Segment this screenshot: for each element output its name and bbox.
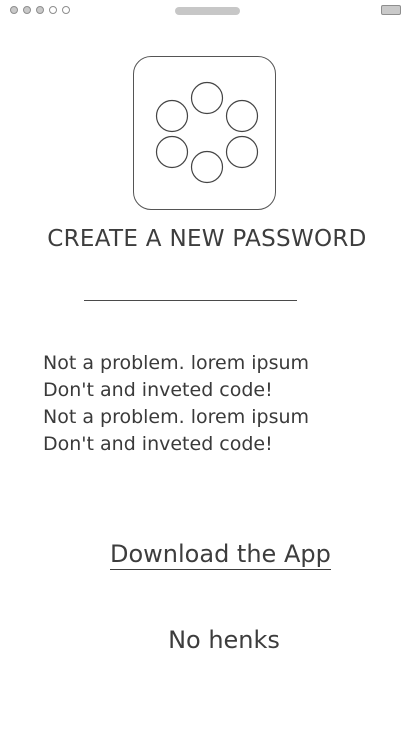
signal-dot <box>23 6 31 14</box>
battery-icon <box>381 5 401 15</box>
dots-ring-icon <box>155 81 259 184</box>
signal-indicator <box>10 6 70 14</box>
signal-dot <box>62 6 70 14</box>
description-line: Don't and inveted code! <box>43 379 273 401</box>
page-title: CREATE A NEW PASSWORD <box>47 226 367 252</box>
signal-dot <box>49 6 57 14</box>
new-password-input[interactable] <box>84 276 297 301</box>
description-line: Not a problem. lorem ipsum <box>43 406 310 428</box>
signal-dot <box>36 6 44 14</box>
description-line: Not a problem. lorem ipsum <box>43 352 310 374</box>
no-thanks-button[interactable]: No henks <box>0 625 414 655</box>
description-text: Not a problem. lorem ipsum Don't and inv… <box>43 350 383 458</box>
status-bar-notch <box>175 7 240 15</box>
app-logo <box>133 56 276 210</box>
description-line: Don't and inveted code! <box>43 433 273 455</box>
signal-dot <box>10 6 18 14</box>
download-app-link[interactable]: Download the App <box>110 539 331 570</box>
